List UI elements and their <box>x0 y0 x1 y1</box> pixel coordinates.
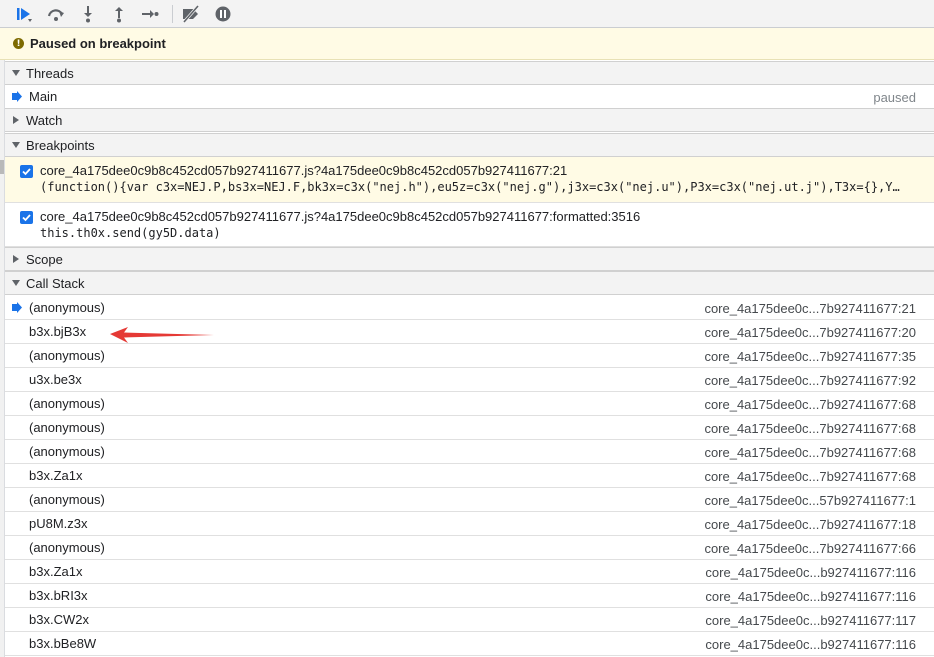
frame-function: (anonymous) <box>29 300 105 315</box>
frame-location[interactable]: core_4a175dee0c...b927411677:117 <box>705 613 916 628</box>
call-frame[interactable]: u3x.be3x core_4a175dee0c...7b927411677:9… <box>5 368 934 392</box>
section-title: Watch <box>26 112 63 128</box>
section-title: Breakpoints <box>26 137 95 153</box>
frame-function: b3x.bjB3x <box>29 324 87 339</box>
frame-location[interactable]: core_4a175dee0c...7b927411677:18 <box>704 517 916 532</box>
frame-function: (anonymous) <box>29 540 105 555</box>
expand-triangle-icon <box>12 70 20 76</box>
breakpoint-code: this.th0x.send(gy5D.data) <box>40 226 221 240</box>
expand-triangle-icon <box>12 142 20 148</box>
call-frame[interactable]: pU8M.z3x core_4a175dee0c...7b927411677:1… <box>5 512 934 536</box>
step-into-icon[interactable] <box>77 3 99 25</box>
frame-location[interactable]: core_4a175dee0c...7b927411677:68 <box>704 421 916 436</box>
info-icon: ! <box>13 38 24 49</box>
section-title: Call Stack <box>26 275 85 291</box>
call-frame[interactable]: b3x.Za1x core_4a175dee0c...7b927411677:6… <box>5 464 934 488</box>
section-title: Scope <box>26 251 63 267</box>
expand-triangle-icon <box>12 280 20 286</box>
frame-function: pU8M.z3x <box>29 516 88 531</box>
frame-function: u3x.be3x <box>29 372 82 387</box>
annotation-arrow-icon <box>110 327 214 343</box>
breakpoint-checkbox[interactable] <box>20 211 33 224</box>
call-frame[interactable]: (anonymous) core_4a175dee0c...7b92741167… <box>5 440 934 464</box>
call-frame[interactable]: (anonymous) core_4a175dee0c...57b9274116… <box>5 488 934 512</box>
section-title: Threads <box>26 65 74 81</box>
current-frame-arrow-icon <box>12 302 22 313</box>
paused-message: Paused on breakpoint <box>30 36 166 51</box>
frame-location[interactable]: core_4a175dee0c...57b927411677:1 <box>704 493 916 508</box>
breakpoint-item[interactable]: core_4a175dee0c9b8c452cd057b927411677.js… <box>5 157 934 203</box>
resume-icon[interactable] <box>13 3 35 25</box>
frame-location[interactable]: core_4a175dee0c...7b927411677:68 <box>704 397 916 412</box>
call-stack-section-header[interactable]: Call Stack <box>5 271 934 295</box>
checkmark-icon <box>22 214 31 222</box>
breakpoint-code: (function(){var c3x=NEJ.P,bs3x=NEJ.F,bk3… <box>40 180 900 194</box>
paused-banner: ! Paused on breakpoint <box>0 28 934 60</box>
call-frame[interactable]: (anonymous) core_4a175dee0c...7b92741167… <box>5 416 934 440</box>
frame-function: b3x.bRI3x <box>29 588 88 603</box>
breakpoint-item[interactable]: core_4a175dee0c9b8c452cd057b927411677.js… <box>5 203 934 247</box>
thread-item-main[interactable]: Main paused <box>5 86 934 108</box>
frame-function: b3x.CW2x <box>29 612 89 627</box>
frame-function: (anonymous) <box>29 420 105 435</box>
frame-location[interactable]: core_4a175dee0c...7b927411677:68 <box>704 469 916 484</box>
frame-function: b3x.Za1x <box>29 564 83 579</box>
frame-location[interactable]: core_4a175dee0c...7b927411677:66 <box>704 541 916 556</box>
breakpoint-location[interactable]: core_4a175dee0c9b8c452cd057b927411677.js… <box>40 209 640 224</box>
collapse-triangle-icon <box>13 116 19 124</box>
scope-section-header[interactable]: Scope <box>5 247 934 271</box>
checkmark-icon <box>22 168 31 176</box>
step-over-icon[interactable] <box>45 3 67 25</box>
frame-function: b3x.bBe8W <box>29 636 97 651</box>
frame-location[interactable]: core_4a175dee0c...7b927411677:68 <box>704 445 916 460</box>
call-frame[interactable]: b3x.CW2x core_4a175dee0c...b927411677:11… <box>5 608 934 632</box>
breakpoint-checkbox[interactable] <box>20 165 33 178</box>
call-frame[interactable]: (anonymous) core_4a175dee0c...7b92741167… <box>5 296 934 320</box>
frame-function: (anonymous) <box>29 492 105 507</box>
pause-on-exceptions-icon[interactable] <box>212 3 234 25</box>
frame-location[interactable]: core_4a175dee0c...7b927411677:35 <box>704 349 916 364</box>
step-icon[interactable] <box>139 3 161 25</box>
step-out-icon[interactable] <box>108 3 130 25</box>
frame-location[interactable]: core_4a175dee0c...b927411677:116 <box>705 589 916 604</box>
call-frame[interactable]: (anonymous) core_4a175dee0c...7b92741167… <box>5 344 934 368</box>
debugger-toolbar <box>0 0 934 28</box>
call-frame[interactable]: b3x.bRI3x core_4a175dee0c...b927411677:1… <box>5 584 934 608</box>
frame-location[interactable]: core_4a175dee0c...7b927411677:92 <box>704 373 916 388</box>
threads-section-header[interactable]: Threads <box>5 61 934 85</box>
breakpoints-section-header[interactable]: Breakpoints <box>5 133 934 157</box>
current-thread-arrow-icon <box>12 91 22 102</box>
breakpoint-location[interactable]: core_4a175dee0c9b8c452cd057b927411677.js… <box>40 163 567 178</box>
gutter-scroll-mark <box>0 160 4 174</box>
frame-function: b3x.Za1x <box>29 468 83 483</box>
frame-location[interactable]: core_4a175dee0c...b927411677:116 <box>705 565 916 580</box>
thread-status: paused <box>873 90 916 105</box>
frame-location[interactable]: core_4a175dee0c...7b927411677:20 <box>704 325 916 340</box>
collapse-triangle-icon <box>13 255 19 263</box>
call-frame[interactable]: (anonymous) core_4a175dee0c...7b92741167… <box>5 392 934 416</box>
frame-location[interactable]: core_4a175dee0c...7b927411677:21 <box>704 301 916 316</box>
watch-section-header[interactable]: Watch <box>5 108 934 132</box>
frame-function: (anonymous) <box>29 444 105 459</box>
frame-location[interactable]: core_4a175dee0c...b927411677:116 <box>705 637 916 652</box>
toolbar-separator <box>172 5 173 23</box>
call-frame[interactable]: (anonymous) core_4a175dee0c...7b92741167… <box>5 536 934 560</box>
thread-name: Main <box>29 89 58 104</box>
call-frame[interactable]: b3x.bBe8W core_4a175dee0c...b927411677:1… <box>5 632 934 656</box>
frame-function: (anonymous) <box>29 396 105 411</box>
deactivate-breakpoints-icon[interactable] <box>180 3 202 25</box>
frame-function: (anonymous) <box>29 348 105 363</box>
call-frame[interactable]: b3x.Za1x core_4a175dee0c...b927411677:11… <box>5 560 934 584</box>
